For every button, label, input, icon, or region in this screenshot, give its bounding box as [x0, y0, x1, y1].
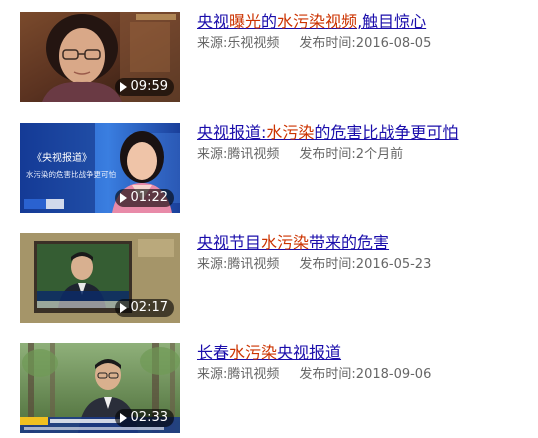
video-thumbnail[interactable]: 02:17 [20, 233, 180, 323]
title-segment: 央视节目 [197, 233, 262, 252]
title-highlight: 水污染 [261, 233, 310, 252]
title-segment: 央视 [197, 12, 230, 31]
title-highlight: 曝光 [229, 12, 262, 31]
video-result-item: 02:17 央视节目水污染带来的危害 来源:腾讯视频 发布时间:2016-05-2… [20, 233, 520, 325]
play-icon [119, 193, 127, 203]
source-label: 来源: [197, 367, 228, 382]
video-meta: 来源:腾讯视频 发布时间:2018-09-06 [197, 366, 431, 384]
play-icon [119, 303, 127, 313]
title-segment: 的危害比战争更可怕 [314, 123, 459, 142]
title-segment: ,触目惊心 [357, 12, 427, 31]
source-value: 腾讯视频 [227, 257, 280, 272]
video-duration: 02:33 [130, 410, 168, 425]
video-duration: 09:59 [130, 79, 168, 94]
video-title-link[interactable]: 央视报道:水污染的危害比战争更可怕 [197, 123, 458, 143]
source-value: 腾讯视频 [227, 367, 280, 382]
title-segment: 带来的危害 [309, 233, 390, 252]
video-duration: 01:22 [130, 190, 168, 205]
thumb-caption: 水污染的危害比战争更可怕 [26, 169, 116, 179]
title-segment: 央视报道 [277, 343, 342, 362]
video-result-item: 02:33 长春水污染央视报道 来源:腾讯视频 发布时间:2018-09-06 [20, 343, 520, 435]
title-segment: 央视报道 [197, 123, 262, 142]
video-duration-badge: 01:22 [114, 189, 174, 207]
video-result-item: 《央视报道》 水污染的危害比战争更可怕 01:22 央视报道:水污染的危害比战争… [20, 123, 520, 215]
date-value: 2018-09-06 [355, 367, 432, 382]
title-segment: 长春 [197, 343, 230, 362]
date-value: 2016-08-05 [355, 36, 432, 51]
play-icon [119, 413, 127, 423]
video-thumbnail[interactable]: 09:59 [20, 12, 180, 102]
video-title-link[interactable]: 央视曝光的水污染视频,触目惊心 [197, 12, 426, 32]
video-meta: 来源:腾讯视频 发布时间:2个月前 [197, 146, 403, 164]
title-highlight: 水污染 [266, 123, 315, 142]
source-label: 来源: [197, 257, 228, 272]
source-label: 来源: [197, 147, 228, 162]
video-title-link[interactable]: 央视节目水污染带来的危害 [197, 233, 389, 253]
video-meta: 来源:乐视视频 发布时间:2016-08-05 [197, 35, 431, 53]
title-highlight: 水污染 [229, 343, 278, 362]
video-duration-badge: 02:33 [114, 409, 174, 427]
title-highlight: 水污染 [277, 12, 326, 31]
video-duration-badge: 02:17 [114, 299, 174, 317]
date-label: 发布时间: [299, 257, 356, 272]
video-result-item: 09:59 央视曝光的水污染视频,触目惊心 来源:乐视视频 发布时间:2016-0… [20, 12, 520, 104]
date-label: 发布时间: [299, 147, 356, 162]
date-label: 发布时间: [299, 367, 356, 382]
date-value: 2个月前 [355, 147, 404, 162]
play-icon [119, 82, 127, 92]
video-title-link[interactable]: 长春水污染央视报道 [197, 343, 341, 363]
video-thumbnail[interactable]: 《央视报道》 水污染的危害比战争更可怕 01:22 [20, 123, 180, 213]
video-thumbnail[interactable]: 02:33 [20, 343, 180, 433]
title-highlight: 视频 [325, 12, 358, 31]
title-segment: 的 [261, 12, 278, 31]
video-duration-badge: 09:59 [114, 78, 174, 96]
source-label: 来源: [197, 36, 228, 51]
date-label: 发布时间: [299, 36, 356, 51]
date-value: 2016-05-23 [355, 257, 432, 272]
video-meta: 来源:腾讯视频 发布时间:2016-05-23 [197, 256, 431, 274]
source-value: 乐视视频 [227, 36, 280, 51]
source-value: 腾讯视频 [227, 147, 280, 162]
video-duration: 02:17 [130, 300, 168, 315]
video-results-list: 09:59 央视曝光的水污染视频,触目惊心 来源:乐视视频 发布时间:2016-0… [0, 0, 538, 438]
thumb-caption: 《央视报道》 [32, 151, 92, 164]
